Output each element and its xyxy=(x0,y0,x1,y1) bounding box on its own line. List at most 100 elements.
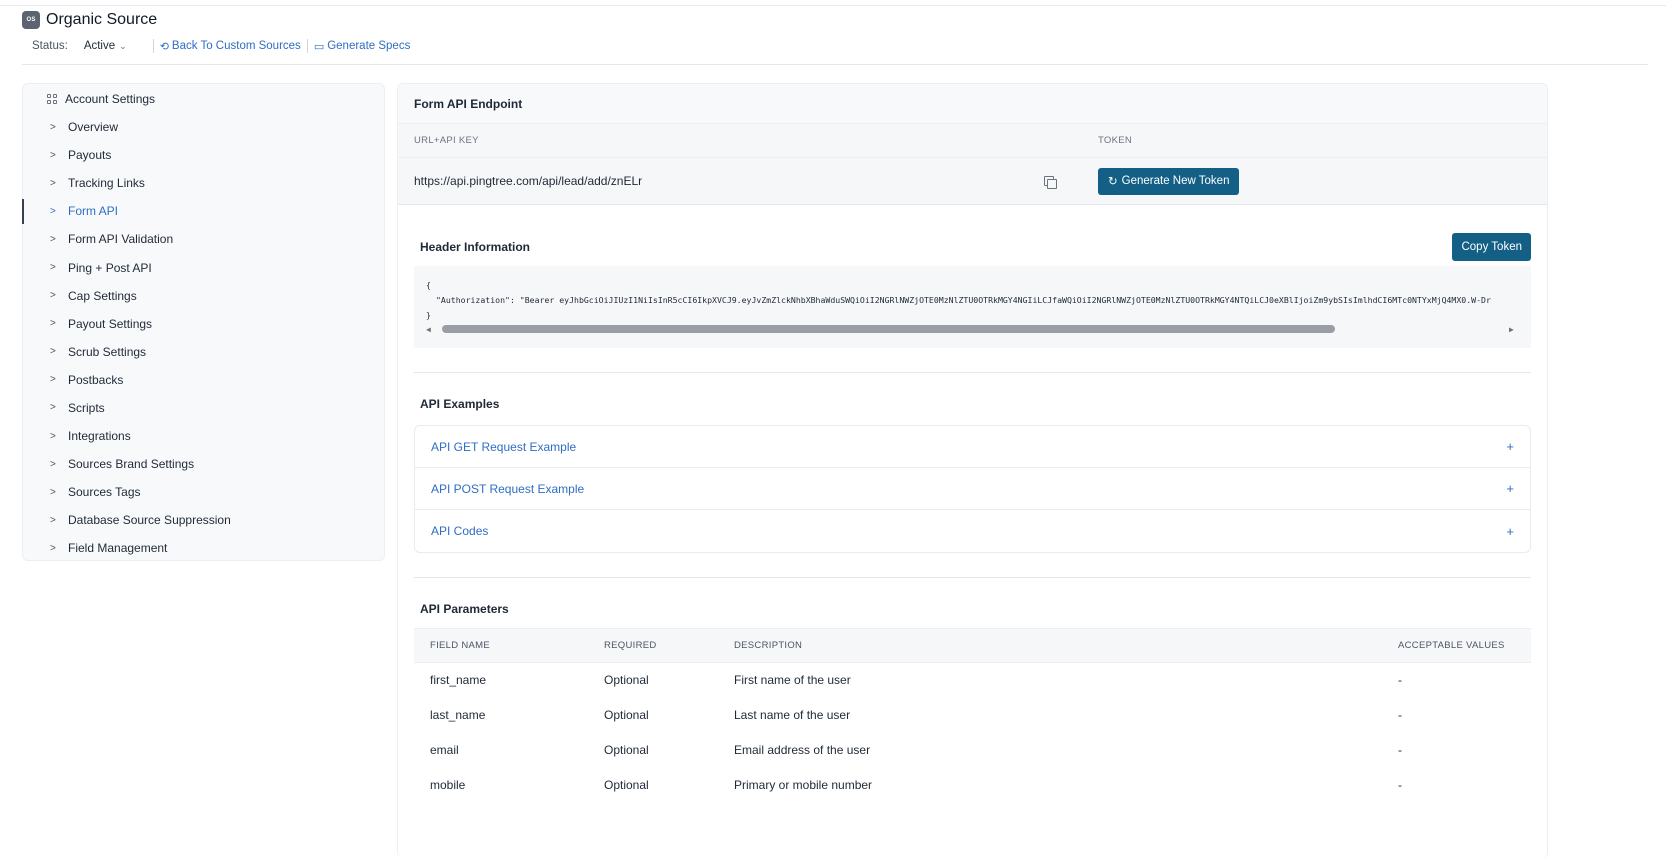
sidebar-item-label: Postbacks xyxy=(68,372,124,387)
accordion-api-post-request[interactable]: API POST Request Example + xyxy=(415,468,1530,510)
sidebar-item-form-api-validation[interactable]: > Form API Validation xyxy=(23,225,384,253)
sidebar-item-field-management[interactable]: > Field Management xyxy=(23,534,384,562)
column-token: TOKEN xyxy=(1098,135,1133,146)
generate-new-token-button[interactable]: ↻ Generate New Token xyxy=(1098,167,1240,195)
header-code-block[interactable]: { "Authorization": "Bearer eyJhbGciOiJIU… xyxy=(414,266,1531,348)
form-api-panel: Form API Endpoint URL+API KEY TOKEN http… xyxy=(397,83,1548,858)
sidebar-item-payout-settings[interactable]: > Payout Settings xyxy=(23,310,384,338)
required-value: Optional xyxy=(604,673,649,688)
chevron-right-icon: > xyxy=(50,233,56,245)
refresh-icon: ↻ xyxy=(1108,176,1118,188)
accordion-api-codes[interactable]: API Codes + xyxy=(415,510,1530,552)
back-to-custom-sources-link[interactable]: ⟲ Back To Custom Sources xyxy=(160,40,301,53)
sidebar-item-form-api[interactable]: > Form API xyxy=(22,197,384,225)
column-url-api-key: URL+API KEY xyxy=(414,135,479,146)
chevron-right-icon: > xyxy=(50,121,56,133)
sidebar-item-cap-settings[interactable]: > Cap Settings xyxy=(23,282,384,310)
column-acceptable-values: ACCEPTABLE VALUES xyxy=(1398,628,1531,663)
status-dropdown[interactable]: Active ⌄ xyxy=(84,40,127,52)
field-name: mobile xyxy=(430,778,466,792)
chevron-right-icon: > xyxy=(50,486,56,498)
specs-link-label: Generate Specs xyxy=(327,40,411,52)
table-row: last_name Optional Last name of the user… xyxy=(414,698,1531,733)
page-header: OS Organic Source Status: Active ⌄ ⟲ Bac… xyxy=(22,10,1644,53)
required-value: Optional xyxy=(604,743,649,757)
section-divider xyxy=(398,204,1547,216)
sidebar-item-database-source-suppression[interactable]: > Database Source Suppression xyxy=(23,506,384,534)
scroll-right-icon[interactable]: ▶ xyxy=(1509,322,1519,337)
sidebar-item-label: Tracking Links xyxy=(68,176,145,191)
accordion-api-get-request[interactable]: API GET Request Example + xyxy=(415,426,1530,468)
status-value: Active xyxy=(83,40,116,52)
sidebar-item-label: Payouts xyxy=(68,148,112,163)
code-open-brace: { xyxy=(426,280,431,290)
sidebar-item-label: Scrub Settings xyxy=(68,344,147,359)
sidebar-item-sources-tags[interactable]: > Sources Tags xyxy=(23,478,384,506)
required-value: Optional xyxy=(604,778,649,792)
description: Last name of the user xyxy=(734,708,851,722)
chevron-right-icon: > xyxy=(50,346,56,358)
sidebar-item-label: Field Management xyxy=(68,541,168,556)
acceptable-values: - xyxy=(1398,708,1402,722)
plus-icon: + xyxy=(1506,481,1514,496)
sidebar-item-label: Sources Brand Settings xyxy=(68,457,195,472)
generate-button-label: Generate New Token xyxy=(1121,175,1230,187)
chevron-right-icon: > xyxy=(50,290,56,302)
description: First name of the user xyxy=(734,673,851,688)
sidebar-item-label: Form API Validation xyxy=(68,232,174,247)
generate-specs-link[interactable]: ▭ Generate Specs xyxy=(314,40,411,53)
sidebar-item-label: Sources Tags xyxy=(68,485,141,500)
api-examples-accordion: API GET Request Example + API POST Reque… xyxy=(414,425,1531,553)
sidebar-item-label: Database Source Suppression xyxy=(68,513,231,528)
field-name: email xyxy=(430,743,459,757)
horizontal-scrollbar[interactable]: ◀ ▶ xyxy=(426,324,1519,334)
chevron-right-icon: > xyxy=(50,374,56,386)
sidebar-item-sources-brand-settings[interactable]: > Sources Brand Settings xyxy=(23,450,384,478)
api-parameters-table: FIELD NAME REQUIRED DESCRIPTION ACCEPTAB… xyxy=(414,628,1531,803)
endpoint-title: Form API Endpoint xyxy=(398,84,1547,124)
header-information-title: Header Information xyxy=(420,240,531,254)
column-required: REQUIRED xyxy=(604,628,734,663)
sidebar-item-label: Ping + Post API xyxy=(68,260,152,275)
sidebar-item-integrations[interactable]: > Integrations xyxy=(23,422,384,450)
sidebar-item-label: Form API xyxy=(68,204,119,219)
chevron-right-icon: > xyxy=(50,205,56,217)
code-authorization-line: "Authorization": "Bearer eyJhbGciOiJIUzI… xyxy=(436,295,1491,305)
copy-token-button[interactable]: Copy Token xyxy=(1452,233,1531,261)
scroll-left-icon[interactable]: ◀ xyxy=(426,322,436,337)
code-close-brace: } xyxy=(426,310,431,320)
sidebar-item-label: Cap Settings xyxy=(68,288,137,303)
sidebar-item-scrub-settings[interactable]: > Scrub Settings xyxy=(23,338,384,366)
column-field-name: FIELD NAME xyxy=(414,628,604,663)
chevron-right-icon: > xyxy=(50,177,56,189)
sidebar-item-postbacks[interactable]: > Postbacks xyxy=(23,366,384,394)
api-parameters-title: API Parameters xyxy=(420,602,509,616)
scrollbar-thumb[interactable] xyxy=(442,325,1335,333)
divider xyxy=(306,39,308,53)
chevron-down-icon: ⌄ xyxy=(119,40,127,51)
required-value: Optional xyxy=(604,708,649,722)
table-row: mobile Optional Primary or mobile number… xyxy=(414,768,1531,803)
top-border xyxy=(0,5,1666,6)
history-icon: ⟲ xyxy=(159,40,169,53)
sidebar-item-tracking-links[interactable]: > Tracking Links xyxy=(23,169,384,197)
description: Primary or mobile number xyxy=(734,778,873,792)
column-description: DESCRIPTION xyxy=(734,628,1398,663)
sidebar-item-ping-post-api[interactable]: > Ping + Post API xyxy=(23,253,384,281)
sidebar-item-label: Scripts xyxy=(68,400,105,415)
section-divider xyxy=(414,577,1531,578)
sidebar-item-scripts[interactable]: > Scripts xyxy=(23,394,384,422)
acceptable-values: - xyxy=(1398,778,1402,792)
copy-icon[interactable] xyxy=(1044,176,1098,189)
endpoint-row: https://api.pingtree.com/api/lead/add/zn… xyxy=(398,158,1547,204)
table-row: email Optional Email address of the user… xyxy=(414,733,1531,768)
status-label: Status: xyxy=(32,40,68,52)
settings-sidebar: Account Settings > Overview > Payouts > Tra… xyxy=(22,83,385,561)
sidebar-item-payouts[interactable]: > Payouts xyxy=(23,141,384,169)
sidebar-heading: Account Settings xyxy=(23,85,384,113)
back-link-label: Back To Custom Sources xyxy=(171,40,301,52)
sidebar-item-overview[interactable]: > Overview xyxy=(23,113,384,141)
field-name: first_name xyxy=(430,673,487,688)
comment-icon: ▭ xyxy=(313,40,325,53)
plus-icon: + xyxy=(1506,523,1514,539)
